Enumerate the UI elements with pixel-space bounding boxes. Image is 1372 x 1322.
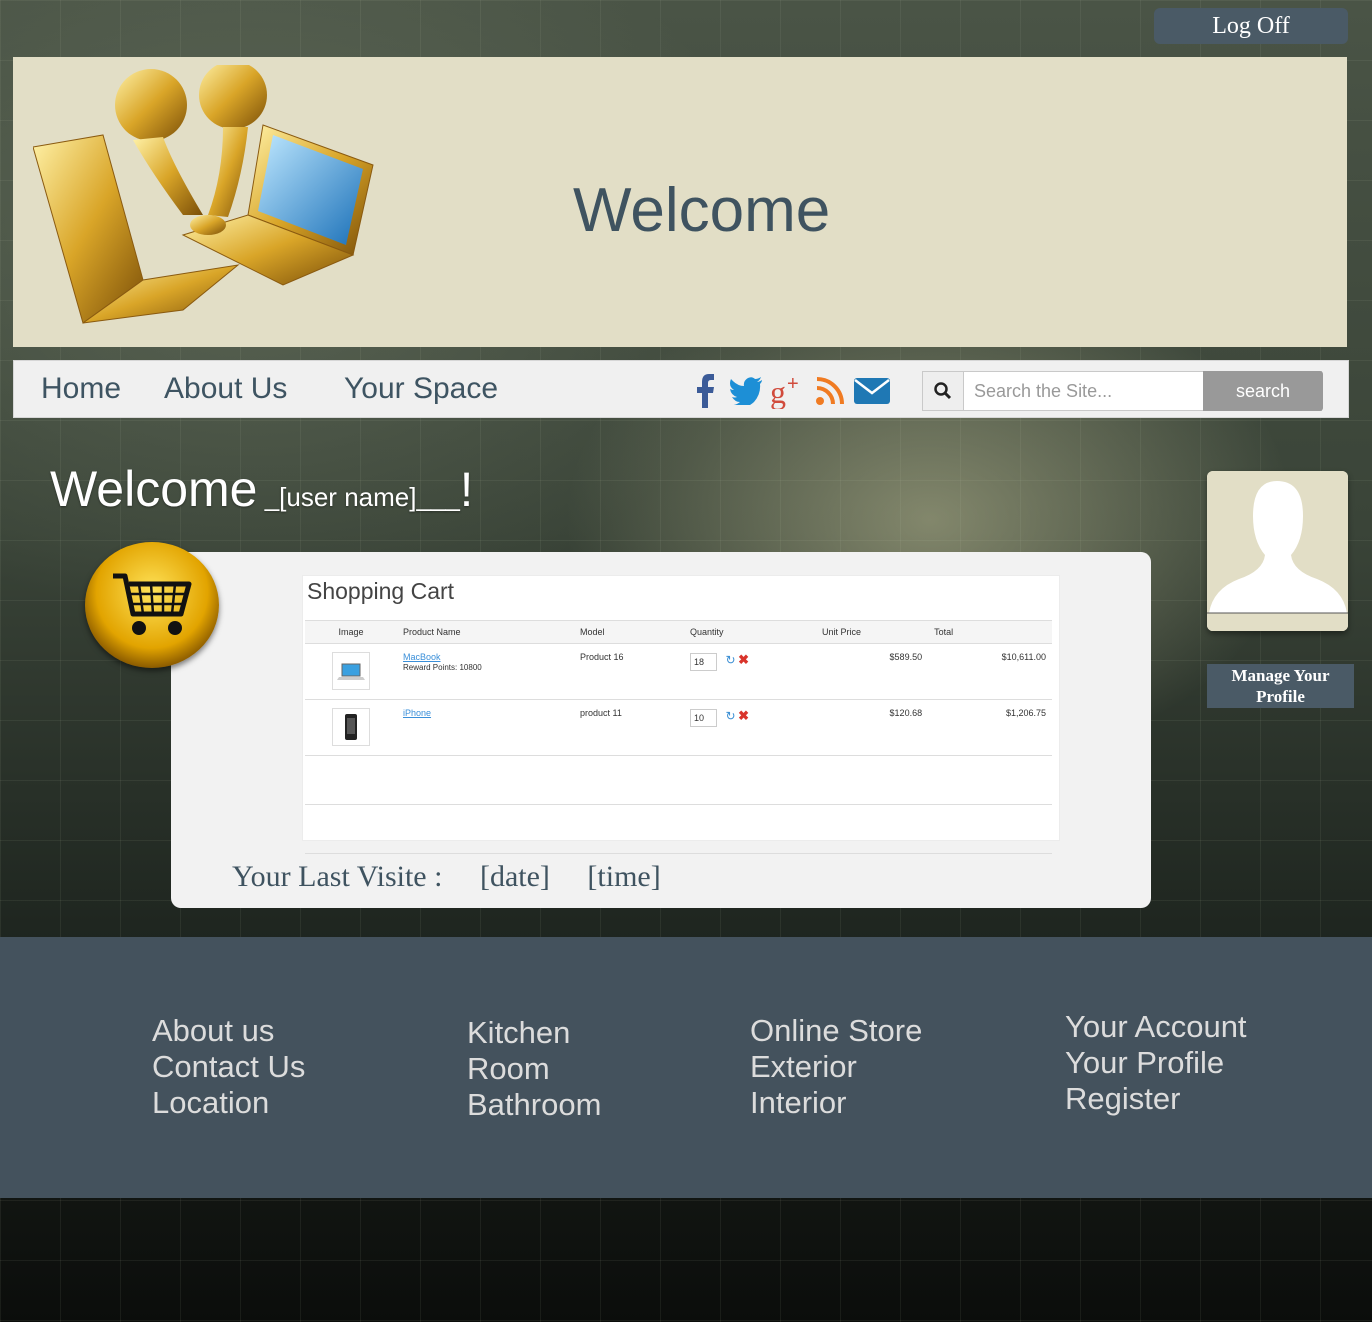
column-header: Total <box>928 620 1052 644</box>
google-plus-icon[interactable]: g + <box>770 373 806 409</box>
last-visit-time: [time] <box>587 860 661 893</box>
svg-text:+: + <box>787 373 799 395</box>
cart-title: Shopping Cart <box>307 578 455 604</box>
footer-column: Kitchen Room Bathroom <box>467 1015 601 1123</box>
search-form: search <box>922 371 1323 411</box>
nav-home[interactable]: Home <box>41 372 121 406</box>
footer-link-bathroom[interactable]: Bathroom <box>467 1087 601 1123</box>
model-cell: product 11 <box>574 699 684 756</box>
footer-link-contact-us[interactable]: Contact Us <box>152 1049 305 1085</box>
footer-column: Your Account Your Profile Register <box>1065 1009 1247 1117</box>
quantity-input[interactable]: 18 <box>690 652 717 671</box>
table-row: MacBook Reward Points: 10800 Product 16 … <box>305 643 1052 700</box>
last-visit: Your Last Visite : [date] [time] <box>232 860 691 894</box>
footer-link-interior[interactable]: Interior <box>750 1085 922 1121</box>
banner-title: Welcome <box>573 176 831 245</box>
header-banner: Welcome <box>13 57 1347 347</box>
column-header: Model <box>574 620 684 644</box>
welcome-exclamation: ! <box>459 464 474 517</box>
shopping-cart-box: Shopping Cart Image Product Name Model Q… <box>302 575 1060 854</box>
column-header: Quantity <box>684 620 816 644</box>
footer-link-your-profile[interactable]: Your Profile <box>1065 1045 1247 1081</box>
rss-icon[interactable] <box>812 373 848 409</box>
remove-icon[interactable]: ✖ <box>738 708 749 723</box>
footer-column: Online Store Exterior Interior <box>750 1013 922 1121</box>
column-header: Unit Price <box>816 620 929 644</box>
svg-text:g: g <box>770 374 786 409</box>
search-input[interactable] <box>964 372 1202 410</box>
macbook-thumbnail[interactable] <box>332 652 370 690</box>
search-icon[interactable] <box>923 372 964 410</box>
table-row: iPhone product 11 10 ↻ ✖ $120.68 $1,206.… <box>305 699 1052 756</box>
product-name-link[interactable]: MacBook <box>403 652 441 662</box>
mail-icon[interactable] <box>854 373 890 409</box>
model-cell: Product 16 <box>574 643 684 700</box>
last-visit-date: [date] <box>479 860 550 893</box>
welcome-prefix: Welcome <box>50 461 258 517</box>
table-row <box>305 804 1052 854</box>
total-cell: $10,611.00 <box>928 643 1052 700</box>
unit-price-cell: $120.68 <box>816 699 929 756</box>
footer: About us Contact Us Location Kitchen Roo… <box>0 937 1372 1198</box>
avatar[interactable] <box>1207 471 1348 631</box>
reward-points: Reward Points: 10800 <box>403 663 482 672</box>
column-header: Product Name <box>397 620 574 644</box>
laptop-handshake-logo <box>32 61 383 340</box>
footer-link-about-us[interactable]: About us <box>152 1013 305 1049</box>
twitter-icon[interactable] <box>728 373 764 409</box>
quantity-input[interactable]: 10 <box>690 708 717 727</box>
unit-price-cell: $589.50 <box>816 643 929 700</box>
footer-column: About us Contact Us Location <box>152 1013 305 1121</box>
refresh-icon[interactable]: ↻ <box>726 709 736 723</box>
table-row <box>305 755 1052 805</box>
total-cell: $1,206.75 <box>928 699 1052 756</box>
footer-link-exterior[interactable]: Exterior <box>750 1049 922 1085</box>
manage-profile-label: Manage Your Profile <box>1231 666 1330 706</box>
footer-link-register[interactable]: Register <box>1065 1081 1247 1117</box>
user-name-placeholder: _[user name]___ <box>257 482 460 512</box>
shopping-cart-icon[interactable] <box>85 542 219 668</box>
nav-about-us[interactable]: About Us <box>164 372 287 406</box>
welcome-heading: Welcome _[user name]___! <box>50 460 473 518</box>
cart-table: Image Product Name Model Quantity Unit P… <box>305 620 1052 854</box>
product-name-link[interactable]: iPhone <box>403 708 431 718</box>
footer-link-your-account[interactable]: Your Account <box>1065 1009 1247 1045</box>
manage-profile-button[interactable]: Manage Your Profile <box>1207 664 1354 708</box>
footer-link-room[interactable]: Room <box>467 1051 601 1087</box>
remove-icon[interactable]: ✖ <box>738 652 749 667</box>
footer-link-location[interactable]: Location <box>152 1085 305 1121</box>
refresh-icon[interactable]: ↻ <box>726 653 736 667</box>
footer-link-kitchen[interactable]: Kitchen <box>467 1015 601 1051</box>
column-header: Image <box>305 620 397 644</box>
footer-link-online-store[interactable]: Online Store <box>750 1013 922 1049</box>
logoff-button[interactable]: Log Off <box>1154 8 1348 44</box>
main-navigation: Home About Us Your Space g + search <box>13 360 1349 418</box>
iphone-thumbnail[interactable] <box>332 708 370 746</box>
last-visit-label: Your Last Visite : <box>232 860 443 893</box>
nav-your-space[interactable]: Your Space <box>344 372 498 406</box>
facebook-icon[interactable] <box>687 373 723 409</box>
search-button[interactable]: search <box>1203 371 1323 411</box>
